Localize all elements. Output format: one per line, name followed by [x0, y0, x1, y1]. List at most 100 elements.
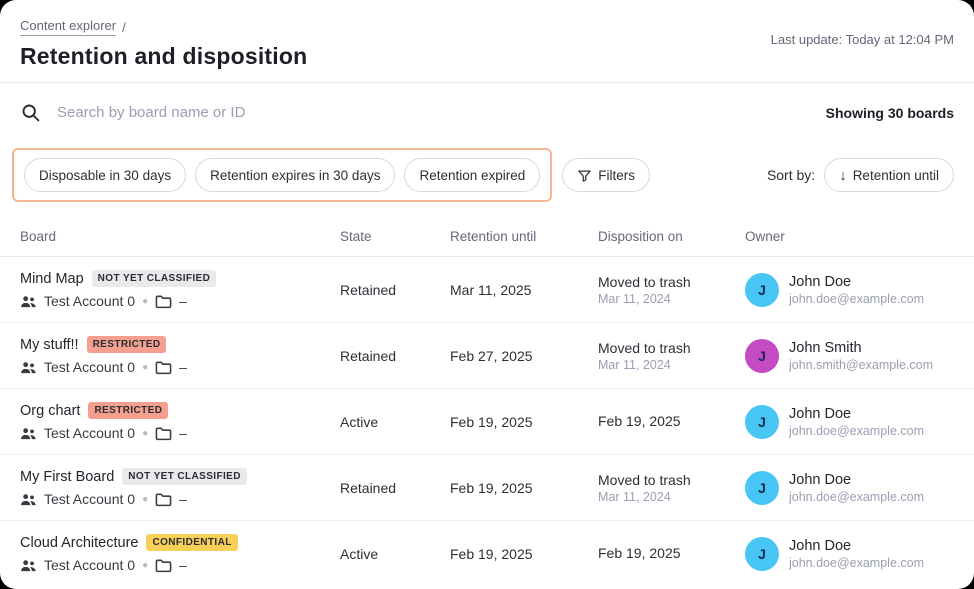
- board-name[interactable]: Cloud Architecture: [20, 535, 138, 551]
- avatar: J: [745, 471, 779, 505]
- search-icon: [20, 102, 41, 123]
- filters-button-label: Filters: [598, 168, 635, 183]
- owner-cell: J John Doe john.doe@example.com: [745, 273, 954, 307]
- retention-until-value: Feb 19, 2025: [450, 546, 598, 562]
- team-icon: [20, 360, 37, 375]
- page-header: Content explorer / Retention and disposi…: [0, 0, 974, 83]
- breadcrumb-separator: /: [122, 20, 126, 35]
- filters-button[interactable]: Filters: [562, 158, 650, 192]
- owner-cell: J John Smith john.smith@example.com: [745, 339, 954, 373]
- board-name[interactable]: Mind Map: [20, 271, 84, 287]
- owner-cell: J John Doe john.doe@example.com: [745, 537, 954, 571]
- board-cell: Cloud Architecture CONFIDENTIAL Test Acc…: [20, 534, 340, 573]
- owner-name: John Smith: [789, 340, 933, 356]
- folder-icon: [155, 426, 172, 441]
- dot-separator-icon: ●: [142, 560, 148, 571]
- team-name: Test Account 0: [44, 359, 135, 375]
- owner-email: john.smith@example.com: [789, 358, 933, 372]
- classification-badge: RESTRICTED: [88, 402, 168, 419]
- team-name: Test Account 0: [44, 293, 135, 309]
- team-name: Test Account 0: [44, 425, 135, 441]
- disposition-date: Mar 11, 2024: [598, 292, 745, 306]
- search-input[interactable]: [55, 103, 812, 122]
- board-name[interactable]: Org chart: [20, 403, 80, 419]
- board-name[interactable]: My First Board: [20, 469, 114, 485]
- dot-separator-icon: ●: [142, 494, 148, 505]
- project-value: –: [179, 293, 187, 309]
- disposition-cell: Moved to trash Mar 11, 2024: [598, 274, 745, 306]
- owner-name: John Doe: [789, 538, 924, 554]
- team-name: Test Account 0: [44, 557, 135, 573]
- quick-filter-chip[interactable]: Disposable in 30 days: [24, 158, 186, 192]
- disposition-date: Mar 11, 2024: [598, 490, 745, 504]
- dot-separator-icon: ●: [142, 362, 148, 373]
- state-value: Retained: [340, 348, 450, 364]
- classification-badge: RESTRICTED: [87, 336, 167, 353]
- retention-and-disposition-page: Content explorer / Retention and disposi…: [0, 0, 974, 589]
- quick-filter-chip[interactable]: Retention expires in 30 days: [195, 158, 395, 192]
- retention-until-value: Feb 19, 2025: [450, 414, 598, 430]
- disposition-value: Feb 19, 2025: [598, 413, 745, 429]
- page-title: Retention and disposition: [20, 43, 307, 70]
- board-cell: Mind Map NOT YET CLASSIFIED Test Account…: [20, 270, 340, 309]
- classification-badge: CONFIDENTIAL: [146, 534, 237, 551]
- dot-separator-icon: ●: [142, 296, 148, 307]
- column-header-board[interactable]: Board: [20, 229, 340, 244]
- avatar: J: [745, 537, 779, 571]
- team-icon: [20, 294, 37, 309]
- team-icon: [20, 492, 37, 507]
- header-left: Content explorer / Retention and disposi…: [20, 18, 307, 70]
- team-icon: [20, 558, 37, 573]
- board-name[interactable]: My stuff!!: [20, 337, 79, 353]
- folder-icon: [155, 360, 172, 375]
- table-row[interactable]: My stuff!! RESTRICTED Test Account 0 ●: [0, 323, 974, 389]
- column-header-disposition-on[interactable]: Disposition on: [598, 229, 745, 244]
- owner-email: john.doe@example.com: [789, 424, 924, 438]
- sort-by-label: Sort by:: [767, 167, 815, 183]
- classification-badge: NOT YET CLASSIFIED: [122, 468, 247, 485]
- state-value: Active: [340, 546, 450, 562]
- table-header-row: Board State Retention until Disposition …: [0, 216, 974, 257]
- quick-filter-chip[interactable]: Retention expired: [404, 158, 540, 192]
- project-value: –: [179, 491, 187, 507]
- table-row[interactable]: Mind Map NOT YET CLASSIFIED Test Account…: [0, 257, 974, 323]
- disposition-cell: Feb 19, 2025: [598, 545, 745, 563]
- state-value: Active: [340, 414, 450, 430]
- owner-cell: J John Doe john.doe@example.com: [745, 471, 954, 505]
- owner-name: John Doe: [789, 472, 924, 488]
- column-header-retention-until[interactable]: Retention until: [450, 229, 598, 244]
- sort-value-label: Retention until: [853, 168, 939, 183]
- project-value: –: [179, 359, 187, 375]
- sort-button[interactable]: ↓ Retention until: [824, 158, 954, 192]
- disposition-value: Moved to trash: [598, 340, 745, 356]
- sort-control: Sort by: ↓ Retention until: [767, 158, 954, 192]
- retention-until-value: Feb 27, 2025: [450, 348, 598, 364]
- breadcrumb: Content explorer /: [20, 18, 307, 36]
- owner-email: john.doe@example.com: [789, 490, 924, 504]
- project-value: –: [179, 425, 187, 441]
- avatar: J: [745, 405, 779, 439]
- owner-name: John Doe: [789, 274, 924, 290]
- dot-separator-icon: ●: [142, 428, 148, 439]
- column-header-state[interactable]: State: [340, 229, 450, 244]
- disposition-value: Moved to trash: [598, 472, 745, 488]
- table-row[interactable]: Org chart RESTRICTED Test Account 0 ●: [0, 389, 974, 455]
- disposition-cell: Moved to trash Mar 11, 2024: [598, 340, 745, 372]
- owner-email: john.doe@example.com: [789, 292, 924, 306]
- breadcrumb-link-content-explorer[interactable]: Content explorer: [20, 18, 116, 36]
- toolbar-left: Disposable in 30 days Retention expires i…: [12, 148, 650, 202]
- filter-funnel-icon: [577, 168, 592, 183]
- column-header-owner[interactable]: Owner: [745, 229, 954, 244]
- disposition-cell: Moved to trash Mar 11, 2024: [598, 472, 745, 504]
- team-name: Test Account 0: [44, 491, 135, 507]
- table-row[interactable]: Cloud Architecture CONFIDENTIAL Test Acc…: [0, 521, 974, 586]
- table-row[interactable]: My First Board NOT YET CLASSIFIED Test A…: [0, 455, 974, 521]
- table-body: Mind Map NOT YET CLASSIFIED Test Account…: [0, 257, 974, 586]
- folder-icon: [155, 558, 172, 573]
- owner-email: john.doe@example.com: [789, 556, 924, 570]
- owner-name: John Doe: [789, 406, 924, 422]
- avatar: J: [745, 339, 779, 373]
- disposition-value: Feb 19, 2025: [598, 545, 745, 561]
- state-value: Retained: [340, 282, 450, 298]
- folder-icon: [155, 294, 172, 309]
